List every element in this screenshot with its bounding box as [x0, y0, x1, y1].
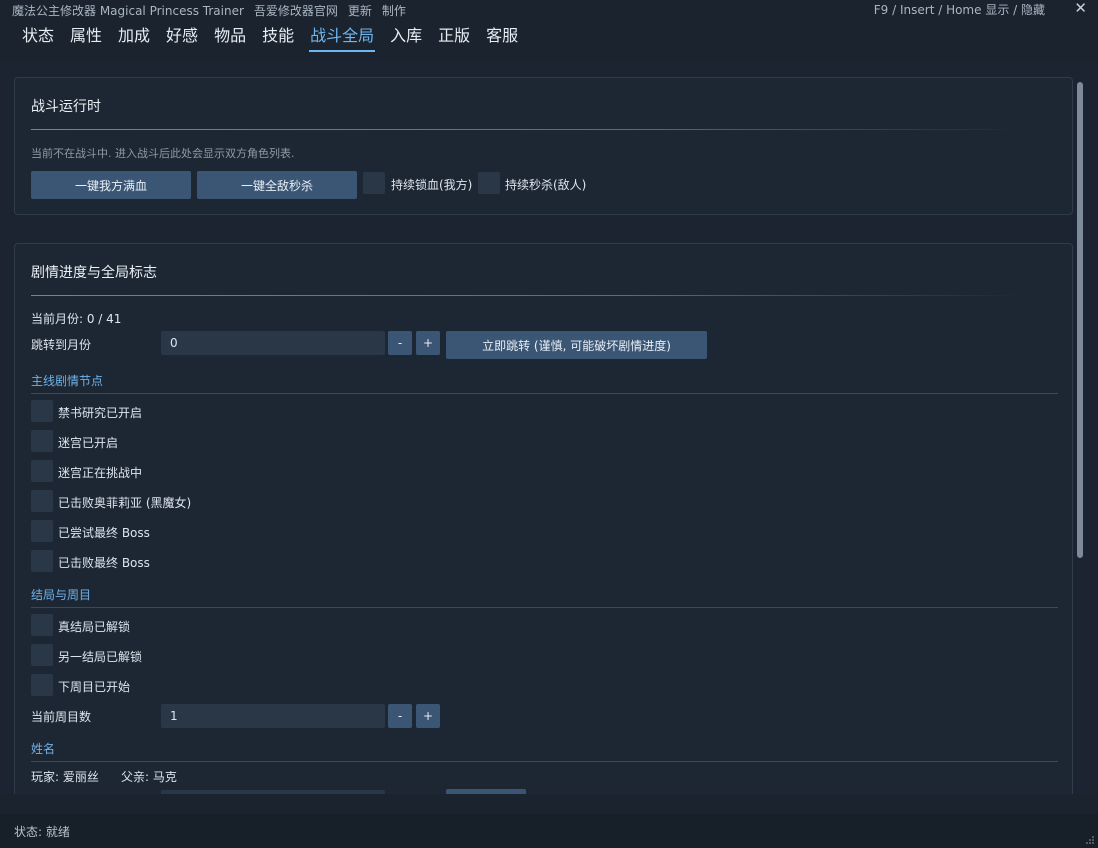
flag-final-boss-tried-checkbox[interactable]	[31, 520, 53, 542]
story-progress-panel: 剧情进度与全局标志 当前月份: 0 / 41 跳转到月份 0 - + 立即跳转 …	[14, 243, 1073, 794]
tab-skills[interactable]: 技能	[261, 24, 295, 52]
app-title: 魔法公主修改器 Magical Princess Trainer	[12, 3, 244, 18]
kill-enemy-label: 持续秒杀(敌人)	[505, 178, 587, 192]
cycle-plus-button[interactable]: +	[416, 704, 440, 728]
name-section: 姓名	[31, 742, 56, 756]
jump-now-button[interactable]: 立即跳转 (谨慎, 可能破坏剧情进度)	[446, 331, 707, 359]
battle-hint: 当前不在战斗中. 进入战斗后此处会显示双方角色列表.	[31, 147, 295, 160]
name-apply-button-partial[interactable]	[446, 789, 526, 794]
close-icon[interactable]: ✕	[1074, 0, 1087, 17]
tab-support[interactable]: 客服	[485, 24, 519, 52]
battle-runtime-panel: 战斗运行时 当前不在战斗中. 进入战斗后此处会显示双方角色列表. 一键我方满血 …	[14, 77, 1073, 215]
story-title-divider	[31, 295, 1023, 296]
tab-storage[interactable]: 入库	[389, 24, 423, 52]
story-panel-title: 剧情进度与全局标志	[31, 265, 157, 281]
month-minus-button[interactable]: -	[388, 331, 412, 355]
lock-hp-label: 持续锁血(我方)	[391, 178, 473, 192]
title-bar: 魔法公主修改器 Magical Princess Trainer 吾爱修改器官网…	[0, 0, 1098, 20]
flag-label: 已击败最终 Boss	[58, 556, 150, 570]
hotkey-hint: F9 / Insert / Home 显示 / 隐藏	[873, 3, 1045, 17]
update-link[interactable]: 更新	[348, 2, 372, 19]
vertical-scrollbar[interactable]	[1077, 82, 1083, 558]
flag-label: 迷宫已开启	[58, 436, 119, 450]
battle-title-divider	[31, 129, 1023, 130]
ending-flag-label: 下周目已开始	[58, 680, 131, 694]
month-plus-button[interactable]: +	[416, 331, 440, 355]
content-area: 战斗运行时 当前不在战斗中. 进入战斗后此处会显示双方角色列表. 一键我方满血 …	[0, 60, 1098, 794]
title-links: 吾爱修改器官网 更新 制作	[254, 2, 406, 19]
kill-all-button[interactable]: 一键全敌秒杀	[197, 171, 357, 199]
cycle-count-label: 当前周目数	[31, 710, 92, 724]
flag-label: 已尝试最终 Boss	[58, 526, 150, 540]
flag-label: 禁书研究已开启	[58, 406, 143, 420]
current-month-text: 当前月份: 0 / 41	[31, 312, 122, 326]
name-divider	[31, 761, 1058, 762]
new-cycle-checkbox[interactable]	[31, 674, 53, 696]
flag-maze-open-checkbox[interactable]	[31, 430, 53, 452]
name-input-partial[interactable]	[161, 790, 385, 794]
status-bar: 状态: 就绪	[0, 814, 1098, 848]
status-text: 状态: 就绪	[14, 824, 70, 839]
flag-ophelia-defeated-checkbox[interactable]	[31, 490, 53, 512]
jump-month-input[interactable]: 0	[161, 331, 385, 355]
flag-maze-challenging-checkbox[interactable]	[31, 460, 53, 482]
resize-grip-icon[interactable]	[1085, 835, 1095, 845]
ending-section: 结局与周目	[31, 588, 92, 602]
full-hp-button[interactable]: 一键我方满血	[31, 171, 191, 199]
kill-enemy-checkbox[interactable]	[478, 172, 500, 194]
tab-status[interactable]: 状态	[21, 24, 55, 52]
tab-attributes[interactable]: 属性	[69, 24, 103, 52]
father-name-text: 父亲: 马克	[121, 770, 177, 784]
credits-link[interactable]: 制作	[382, 2, 406, 19]
tab-bar: 状态 属性 加成 好感 物品 技能 战斗全局 入库 正版 客服	[21, 24, 519, 52]
flag-label: 已击败奥菲莉亚 (黑魔女)	[58, 496, 192, 510]
battle-panel-title: 战斗运行时	[31, 99, 101, 115]
cycle-count-input[interactable]: 1	[161, 704, 385, 728]
tab-items[interactable]: 物品	[213, 24, 247, 52]
main-story-divider	[31, 393, 1058, 394]
flag-final-boss-defeated-checkbox[interactable]	[31, 550, 53, 572]
ending-flag-label: 真结局已解锁	[58, 620, 131, 634]
player-name-text: 玩家: 爱丽丝	[31, 770, 99, 784]
tab-bonus[interactable]: 加成	[117, 24, 151, 52]
other-ending-checkbox[interactable]	[31, 644, 53, 666]
main-story-section: 主线剧情节点	[31, 374, 104, 388]
tab-genuine[interactable]: 正版	[437, 24, 471, 52]
true-ending-checkbox[interactable]	[31, 614, 53, 636]
flag-label: 迷宫正在挑战中	[58, 466, 143, 480]
ending-divider	[31, 607, 1058, 608]
lock-hp-checkbox[interactable]	[363, 172, 385, 194]
cycle-minus-button[interactable]: -	[388, 704, 412, 728]
jump-month-label: 跳转到月份	[31, 338, 92, 352]
official-site-link[interactable]: 吾爱修改器官网	[254, 2, 338, 19]
flag-forbidden-research-checkbox[interactable]	[31, 400, 53, 422]
tab-affection[interactable]: 好感	[165, 24, 199, 52]
ending-flag-label: 另一结局已解锁	[58, 650, 143, 664]
tab-battle-global[interactable]: 战斗全局	[309, 24, 376, 52]
